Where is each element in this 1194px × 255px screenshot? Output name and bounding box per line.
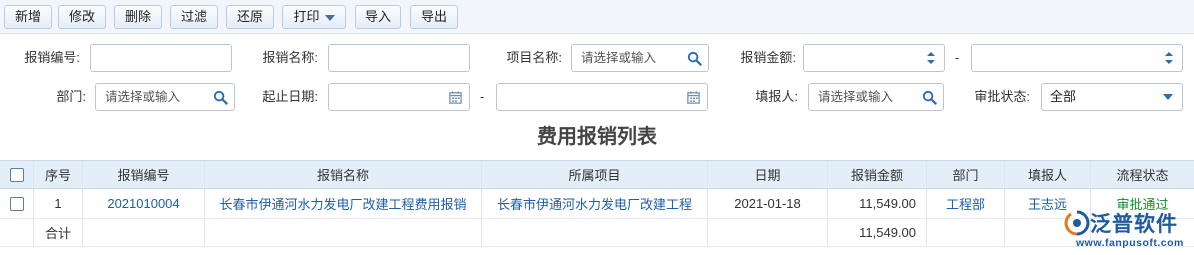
- code-label: 报销编号:: [24, 50, 80, 65]
- brand-logo-icon: [1064, 210, 1090, 236]
- date-range-dash: -: [480, 89, 485, 104]
- column-header: 报销名称: [205, 161, 482, 188]
- column-header: 所属项目: [482, 161, 708, 188]
- table-header: 序号 报销编号 报销名称 所属项目 日期 报销金额 部门 填报人 流程状态: [0, 160, 1194, 189]
- brand-name: 泛普软件: [1090, 213, 1178, 236]
- expense-name-link[interactable]: 长春市伊通河水力发电厂改建工程费用报销: [205, 189, 482, 218]
- edit-button[interactable]: 修改: [58, 5, 106, 29]
- print-label: 打印: [293, 9, 320, 24]
- spinner-icon[interactable]: [1164, 50, 1174, 66]
- delete-button[interactable]: 删除: [114, 5, 162, 29]
- column-header: 报销编号: [83, 161, 205, 188]
- select-all-cell: [0, 161, 34, 188]
- column-header: 流程状态: [1116, 168, 1169, 183]
- status-select-value: 全部: [1050, 89, 1077, 104]
- total-amount: 11,549.00: [828, 219, 927, 246]
- amount-label: 报销金额:: [740, 50, 796, 65]
- filler-input[interactable]: 请选择或输入: [808, 83, 944, 111]
- date-label: 起止日期:: [262, 89, 318, 104]
- total-blank-cell: [0, 219, 34, 246]
- name-label: 报销名称:: [262, 50, 318, 65]
- amount-max-input[interactable]: [971, 44, 1183, 72]
- project-input[interactable]: 请选择或输入: [571, 44, 709, 72]
- total-blank-cell: [482, 219, 708, 246]
- search-icon[interactable]: [687, 51, 702, 66]
- amount-min-input[interactable]: [803, 44, 945, 72]
- new-button[interactable]: 新增: [4, 5, 52, 29]
- total-row: 合计 11,549.00: [0, 219, 1194, 247]
- restore-button[interactable]: 还原: [226, 5, 274, 29]
- search-icon[interactable]: [922, 90, 937, 105]
- project-placeholder: 请选择或输入: [581, 51, 657, 65]
- project-link[interactable]: 长春市伊通河水力发电厂改建工程: [482, 189, 708, 218]
- dept-link[interactable]: 工程部: [927, 189, 1005, 218]
- filler-placeholder: 请选择或输入: [818, 90, 894, 104]
- row-checkbox-cell: [0, 189, 34, 218]
- search-icon[interactable]: [213, 90, 228, 105]
- end-date-input[interactable]: [496, 83, 708, 111]
- name-input[interactable]: [328, 44, 470, 72]
- table-row[interactable]: 1 2021010004 长春市伊通河水力发电厂改建工程费用报销 长春市伊通河水…: [0, 189, 1194, 219]
- calendar-icon[interactable]: [686, 90, 701, 105]
- filter-button[interactable]: 过滤: [170, 5, 218, 29]
- expense-code-link[interactable]: 2021010004: [83, 189, 205, 218]
- filler-label: 填报人:: [755, 89, 798, 104]
- status-select[interactable]: 全部: [1041, 83, 1183, 111]
- total-blank-cell: [708, 219, 828, 246]
- chevron-down-icon: [324, 14, 335, 21]
- chevron-down-icon[interactable]: [1162, 93, 1174, 102]
- column-header: 填报人: [1005, 161, 1091, 188]
- page-title: 费用报销列表: [537, 126, 657, 148]
- select-all-checkbox[interactable]: [9, 167, 24, 182]
- project-label: 项目名称:: [506, 50, 562, 65]
- dept-label: 部门:: [56, 89, 86, 104]
- total-blank-cell: [83, 219, 205, 246]
- dept-input[interactable]: 请选择或输入: [95, 83, 235, 111]
- column-header: 报销金额: [828, 161, 927, 188]
- amount-cell: 11,549.00: [828, 189, 927, 218]
- total-label: 合计: [34, 219, 83, 246]
- row-index: 1: [34, 189, 83, 218]
- amount-range-dash: -: [955, 50, 960, 65]
- import-button[interactable]: 导入: [355, 5, 401, 29]
- code-input[interactable]: [90, 44, 232, 72]
- column-header: 日期: [708, 161, 828, 188]
- start-date-input[interactable]: [328, 83, 470, 111]
- toolbar: 新增 修改 删除 过滤 还原 打印 导入 导出: [0, 0, 1194, 34]
- brand-url: www.fanpusoft.com: [1076, 237, 1184, 249]
- status-label: 审批状态:: [974, 89, 1030, 104]
- calendar-icon[interactable]: [448, 90, 463, 105]
- brand-logo: 泛普软件 www.fanpusoft.com: [1062, 207, 1194, 255]
- print-button[interactable]: 打印: [282, 5, 346, 29]
- total-blank-cell: [205, 219, 482, 246]
- date-cell: 2021-01-18: [708, 189, 828, 218]
- column-header: 部门: [927, 161, 1005, 188]
- row-checkbox[interactable]: [9, 196, 24, 211]
- spinner-icon[interactable]: [926, 50, 936, 66]
- column-header: 序号: [34, 161, 83, 188]
- export-button[interactable]: 导出: [410, 5, 458, 29]
- dept-placeholder: 请选择或输入: [105, 90, 181, 104]
- total-blank-cell: [927, 219, 1005, 246]
